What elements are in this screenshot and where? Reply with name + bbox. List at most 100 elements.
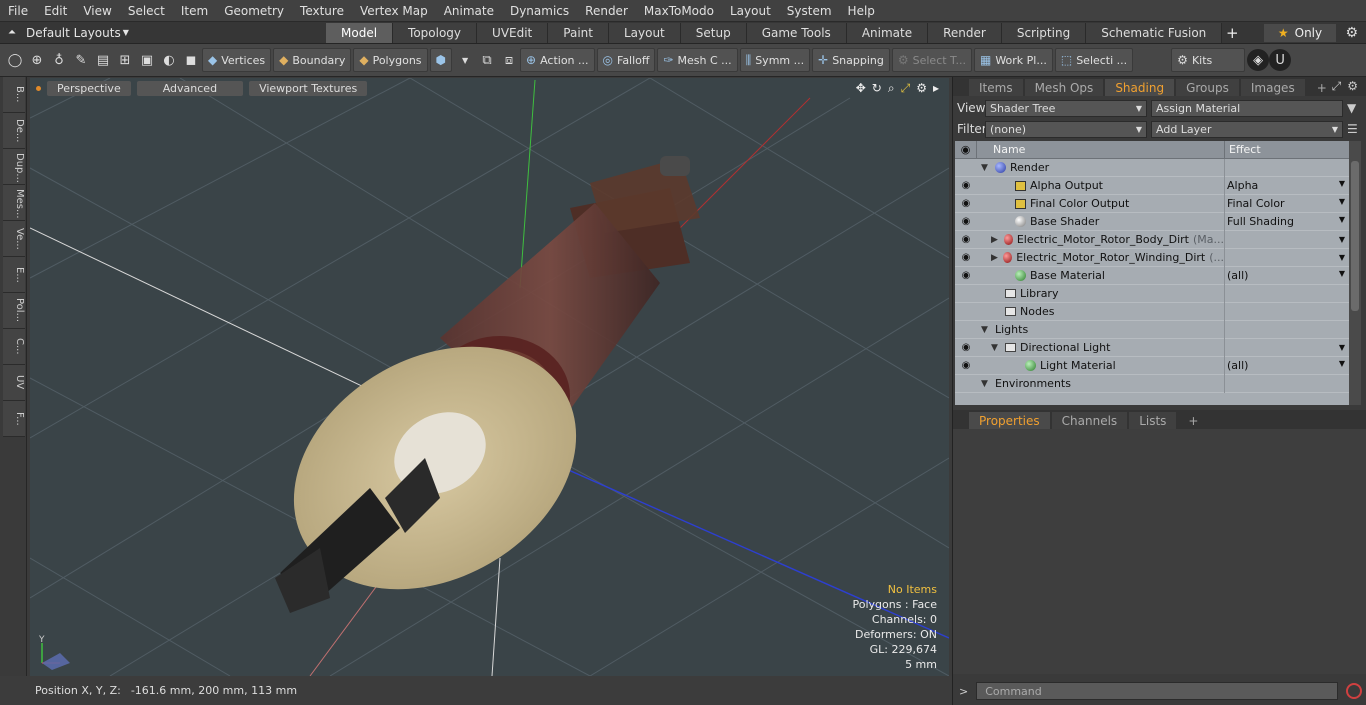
only-toggle[interactable]: ★ Only [1264, 24, 1336, 42]
left-tab-8[interactable]: UV [3, 365, 25, 401]
gear-icon[interactable]: ⚙ [1345, 25, 1358, 41]
layout-up-icon[interactable]: ⏶ [8, 27, 16, 38]
sphere-icon[interactable]: ◐ [158, 49, 180, 71]
box-icon[interactable]: ▣ [136, 49, 158, 71]
circle-select-icon[interactable]: ◯ [4, 49, 26, 71]
tab-groups[interactable]: Groups [1176, 79, 1239, 96]
left-tab-6[interactable]: Pol... [3, 293, 25, 329]
expand-icon[interactable]: ⤢ [1332, 79, 1342, 94]
effect-cell[interactable]: ▼ [1225, 343, 1349, 352]
tab-properties[interactable]: Properties [969, 412, 1050, 429]
snapping-button[interactable]: ✛ Snapping [812, 48, 890, 72]
effect-cell[interactable]: (all) ▼ [1225, 359, 1349, 372]
center-icon[interactable]: ⊞ [114, 49, 136, 71]
effect-cell[interactable]: Full Shading ▼ [1225, 215, 1349, 228]
visibility-eye-icon[interactable]: ◉ [955, 198, 977, 209]
tab-shading[interactable]: Shading [1105, 79, 1175, 96]
maximize-icon[interactable]: ⤢ [901, 81, 911, 96]
kits-button[interactable]: ⚙ Kits [1171, 48, 1246, 72]
visibility-eye-icon[interactable]: ◉ [955, 342, 977, 353]
tab-uvedit[interactable]: UVEdit [477, 22, 549, 43]
menu-maxtomodo[interactable]: MaxToModo [636, 4, 722, 18]
tab-items[interactable]: Items [969, 79, 1023, 96]
action-center-button[interactable]: ⊕ Action ... [520, 48, 595, 72]
brush-icon[interactable]: ✎ [70, 49, 92, 71]
tab-schematic-fusion[interactable]: Schematic Fusion [1086, 22, 1223, 43]
visibility-eye-icon[interactable]: ◉ [955, 252, 977, 263]
3d-viewport[interactable]: Y Perspective Advanced Viewport Textures… [30, 78, 949, 676]
falloff-button[interactable]: ◎ Falloff [596, 48, 656, 72]
move-icon[interactable]: ✥ [856, 81, 866, 96]
tab-animate[interactable]: Animate [846, 22, 929, 43]
work-plane-button[interactable]: ▦ Work Pl... [973, 48, 1053, 72]
tab-render[interactable]: Render [928, 22, 1002, 43]
chevron-down-icon[interactable]: ▼ [1339, 197, 1345, 210]
expand-arrow-icon[interactable]: ▶ [991, 235, 1000, 245]
filter-icon[interactable]: ▼ [1347, 101, 1356, 115]
chevron-down-icon[interactable]: ▼ [1339, 215, 1345, 228]
expand-arrow-icon[interactable]: ▼ [981, 163, 991, 173]
lasso-icon[interactable]: ♁ [48, 49, 70, 71]
menu-geometry[interactable]: Geometry [216, 4, 292, 18]
tree-row[interactable]: ◉ Alpha Output Alpha ▼ [955, 176, 1349, 195]
chevron-down-icon[interactable]: ▼ [1339, 179, 1345, 192]
tree-row[interactable]: ◉ ▶ Electric_Motor_Rotor_Winding_Dirt (... ▼ [955, 248, 1349, 267]
advanced-button[interactable]: Advanced [136, 80, 244, 96]
dropdown-icon[interactable]: ▼ [454, 49, 476, 71]
tree-row[interactable]: ◉ Light Material (all) ▼ [955, 356, 1349, 375]
effect-cell[interactable]: Final Color ▼ [1225, 197, 1349, 210]
tree-row[interactable]: ◉ Base Shader Full Shading ▼ [955, 212, 1349, 231]
boundary-button[interactable]: ◆ Boundary [273, 48, 352, 72]
tab-scripting[interactable]: Scripting [1001, 22, 1087, 43]
menu-vertex-map[interactable]: Vertex Map [352, 4, 436, 18]
left-tab-1[interactable]: De... [3, 113, 25, 149]
left-tab-2[interactable]: Dup... [3, 149, 25, 185]
add-tab-icon[interactable]: + [1178, 412, 1208, 429]
left-tab-4[interactable]: Ve... [3, 221, 25, 257]
visibility-eye-icon[interactable]: ◉ [955, 216, 977, 227]
tree-row[interactable]: Library [955, 284, 1349, 303]
tree-row[interactable]: ◉ ▼ Directional Light ▼ [955, 338, 1349, 357]
effect-cell[interactable]: ▼ [1225, 235, 1349, 244]
add-tab-icon[interactable]: + [1222, 24, 1242, 42]
tab-channels[interactable]: Channels [1051, 412, 1128, 429]
visibility-eye-icon[interactable]: ◉ [955, 270, 977, 281]
expand-arrow-icon[interactable]: ▼ [991, 343, 1001, 353]
tree-row[interactable]: ▼ Lights [955, 320, 1349, 339]
visibility-eye-icon[interactable]: ◉ [955, 360, 977, 371]
menu-view[interactable]: View [75, 4, 119, 18]
menu-file[interactable]: File [0, 4, 36, 18]
effect-cell[interactable]: ▼ [1225, 253, 1349, 262]
rotate-icon[interactable]: ↻ [872, 81, 882, 96]
menu-render[interactable]: Render [577, 4, 636, 18]
left-tab-0[interactable]: B... [3, 77, 25, 113]
name-column-header[interactable]: Name [977, 141, 1225, 159]
vertices-button[interactable]: ◆ Vertices [202, 48, 272, 72]
chevron-down-icon[interactable]: ▼ [1339, 359, 1345, 372]
expand-arrow-icon[interactable]: ▼ [981, 379, 991, 389]
menu-animate[interactable]: Animate [436, 4, 502, 18]
material-icon[interactable]: ⧈ [498, 49, 520, 71]
menu-system[interactable]: System [779, 4, 840, 18]
record-icon[interactable] [1346, 683, 1363, 699]
effect-cell[interactable]: (all) ▼ [1225, 269, 1349, 282]
chevron-down-icon[interactable]: ▼ [1339, 343, 1345, 352]
left-tab-7[interactable]: C... [3, 329, 25, 365]
tree-scrollbar[interactable] [1349, 141, 1361, 405]
selection-sets-button[interactable]: ⬚ Selecti ... [1054, 48, 1134, 72]
effect-column-header[interactable]: Effect [1225, 143, 1261, 156]
menu-item[interactable]: Item [173, 4, 216, 18]
effect-cell[interactable]: Alpha ▼ [1225, 179, 1349, 192]
tree-row[interactable]: ◉ Base Material (all) ▼ [955, 266, 1349, 285]
zoom-icon[interactable]: ⌕ [888, 81, 895, 96]
menu-help[interactable]: Help [840, 4, 883, 18]
item-mode-button[interactable]: ⬢ [429, 48, 453, 72]
menu-dynamics[interactable]: Dynamics [502, 4, 577, 18]
menu-layout[interactable]: Layout [722, 4, 779, 18]
mesh-constraint-button[interactable]: ✑ Mesh C ... [657, 48, 738, 72]
unity-icon[interactable]: ◈ [1247, 49, 1270, 71]
tab-lists[interactable]: Lists [1129, 412, 1177, 429]
tree-row[interactable]: ◉ ▶ Electric_Motor_Rotor_Body_Dirt (Ma... ▼ [955, 230, 1349, 249]
symmetry-button[interactable]: ⫼ Symm ... [739, 48, 811, 72]
add-layer-dropdown[interactable]: Add Layer ▼ [1151, 120, 1343, 138]
